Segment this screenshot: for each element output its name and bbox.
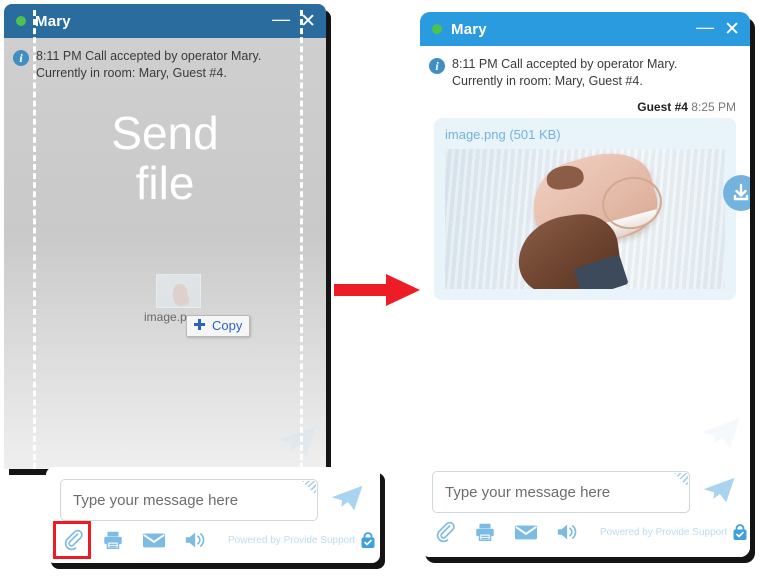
right-chat-body: i 8:11 PM Call accepted by operator Mary… [420, 46, 750, 461]
copy-drop-tooltip: Copy [186, 315, 251, 337]
drop-zone-dashed-border [33, 10, 303, 469]
print-button[interactable] [102, 529, 124, 551]
left-toolbar: Powered by Provide Support [53, 521, 375, 559]
close-button[interactable]: ✕ [724, 20, 740, 39]
right-system-message: i 8:11 PM Call accepted by operator Mary… [420, 46, 750, 94]
left-composer-card: Type your message here Powered by Provid… [46, 467, 380, 563]
right-message-input[interactable]: Type your message here [432, 471, 690, 513]
attachment-message-bubble: image.png (501 KB) [434, 118, 750, 300]
dragged-file-thumbnail [156, 274, 201, 308]
envelope-icon [514, 525, 538, 540]
paperclip-icon [436, 521, 455, 543]
sound-toggle-button[interactable] [556, 521, 582, 543]
sound-toggle-button[interactable] [184, 529, 210, 551]
dragged-file-name: image.p [144, 310, 187, 324]
printer-icon [104, 531, 122, 549]
right-footer: Type your message here Powered by Provid… [420, 461, 750, 557]
transition-arrow [334, 272, 420, 308]
right-chat-window: Mary — ✕ i 8:11 PM Call accepted by oper… [420, 12, 750, 557]
download-attachment-button[interactable] [723, 175, 750, 211]
print-button[interactable] [474, 521, 496, 543]
envelope-icon [142, 533, 166, 548]
left-chat-window: Mary — ✕ i 8:11 PM Call accepted by oper… [4, 4, 326, 469]
plus-icon [194, 319, 205, 330]
attach-file-button[interactable] [434, 521, 456, 543]
download-icon [733, 183, 749, 201]
drop-zone-label-line-2: file [135, 157, 195, 209]
right-message-input-placeholder: Type your message here [445, 483, 611, 501]
left-message-input-placeholder: Type your message here [73, 491, 239, 509]
right-system-line-1: 8:11 PM Call accepted by operator Mary. [452, 57, 678, 71]
email-transcript-button[interactable] [142, 529, 166, 551]
speaker-icon [185, 532, 205, 548]
resize-grip-handle[interactable] [302, 481, 316, 495]
drop-zone-label-line-1: Send [111, 107, 219, 159]
left-brand-link[interactable]: Powered by Provide Support [228, 531, 376, 549]
attach-file-button[interactable] [53, 521, 91, 559]
printer-icon [476, 523, 494, 541]
send-button[interactable] [702, 476, 736, 509]
right-window-title: Mary [451, 20, 487, 38]
resize-grip-handle[interactable] [674, 473, 688, 487]
copy-tooltip-label: Copy [212, 318, 243, 333]
attach-button-highlight [53, 521, 91, 559]
dragged-thumbnail-image [171, 282, 190, 308]
file-drop-overlay[interactable]: Send file image.p Copy [4, 10, 326, 469]
left-composer-row: Type your message here [60, 479, 366, 521]
right-titlebar: Mary — ✕ [420, 12, 750, 46]
left-brand-text: Powered by Provide Support [228, 534, 356, 546]
send-plane-watermark-icon [700, 416, 742, 455]
send-button[interactable] [330, 484, 364, 517]
speaker-icon [557, 524, 577, 540]
right-composer-row: Type your message here [432, 471, 738, 513]
message-time: 8:25 PM [691, 100, 736, 114]
minimize-button[interactable]: — [696, 18, 714, 36]
send-plane-icon [331, 485, 363, 510]
right-brand-link[interactable]: Powered by Provide Support [600, 523, 748, 541]
right-brand-text: Powered by Provide Support [600, 526, 728, 538]
drop-zone-label: Send file [4, 108, 326, 208]
right-system-line-2: Currently in room: Mary, Guest #4. [452, 74, 643, 88]
right-toolbar: Powered by Provide Support [432, 521, 747, 543]
lock-badge-icon [361, 531, 375, 548]
message-sender: Guest #4 [637, 100, 688, 114]
attachment-image-preview[interactable] [445, 149, 725, 289]
right-arrow-icon [334, 274, 420, 306]
online-status-dot [16, 16, 26, 26]
lock-badge-icon [733, 523, 747, 540]
online-status-dot [432, 24, 442, 34]
left-message-input[interactable]: Type your message here [60, 479, 318, 521]
info-icon: i [429, 58, 445, 74]
message-meta: Guest #4 8:25 PM [420, 94, 750, 118]
left-chat-body: i 8:11 PM Call accepted by operator Mary… [4, 10, 326, 469]
email-transcript-button[interactable] [514, 521, 538, 543]
send-plane-icon [703, 477, 735, 502]
attachment-file-name[interactable]: image.png (501 KB) [445, 127, 725, 142]
